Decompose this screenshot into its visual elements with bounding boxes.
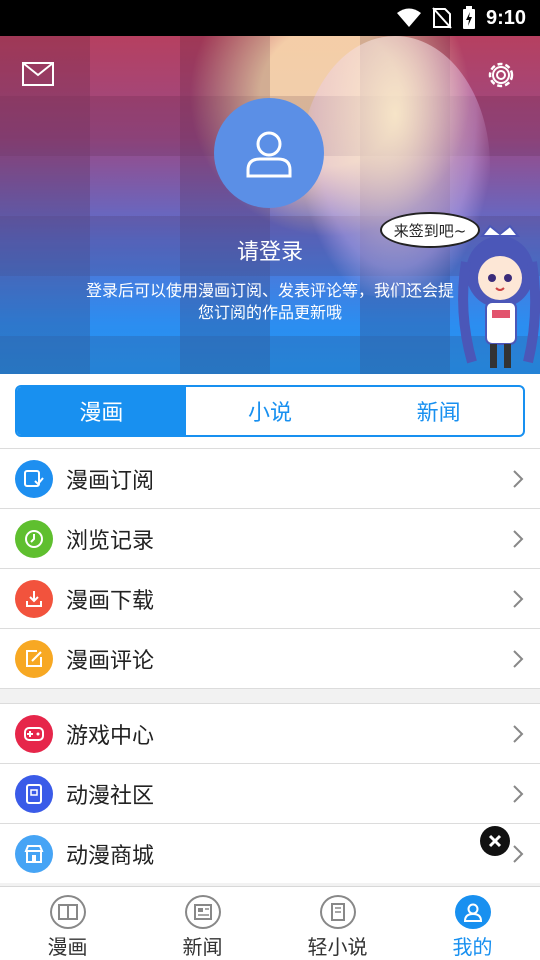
user-icon	[246, 131, 292, 178]
tab-mine[interactable]: 我的	[405, 887, 540, 960]
menu-item-game-center[interactable]: 游戏中心	[0, 703, 540, 763]
segment-novel[interactable]: 小说	[186, 387, 355, 435]
subscribe-icon	[15, 459, 53, 498]
tab-label: 我的	[452, 935, 493, 959]
tab-comic[interactable]: 漫画	[0, 887, 135, 960]
chevron-right-icon	[513, 469, 524, 488]
news-icon	[184, 895, 221, 929]
menu-item-comic-subscribe[interactable]: 漫画订阅	[0, 448, 540, 508]
chevron-right-icon	[513, 784, 524, 803]
chevron-right-icon	[513, 724, 524, 743]
menu-item-comments[interactable]: 漫画评论	[0, 628, 540, 688]
chevron-right-icon	[513, 529, 524, 548]
avatar[interactable]	[214, 98, 324, 208]
mail-icon[interactable]	[22, 62, 54, 86]
menu-label: 浏览记录	[66, 528, 155, 554]
gear-icon[interactable]	[484, 58, 518, 92]
mascot-character[interactable]	[452, 222, 540, 372]
segment-comic[interactable]: 漫画	[17, 387, 186, 435]
menu-item-community[interactable]: 动漫社区	[0, 763, 540, 823]
no-sim-icon	[432, 7, 452, 29]
menu-item-shop[interactable]: 动漫商城	[0, 823, 540, 883]
download-icon	[15, 579, 53, 618]
book-icon	[49, 895, 86, 929]
status-time: 9:10	[485, 6, 526, 29]
tab-label: 轻小说	[307, 935, 368, 959]
community-icon	[15, 774, 53, 813]
novel-icon	[319, 895, 356, 929]
menu-label: 漫画下载	[66, 588, 155, 614]
chevron-right-icon	[513, 589, 524, 608]
clock-icon	[15, 519, 53, 558]
menu-label: 漫画评论	[66, 648, 155, 674]
menu-item-history[interactable]: 浏览记录	[0, 508, 540, 568]
tab-label: 漫画	[47, 935, 88, 959]
category-switcher: 漫画 小说 新闻	[0, 374, 540, 448]
chevron-right-icon	[513, 844, 524, 863]
menu-label: 漫画订阅	[66, 468, 155, 494]
menu-item-download[interactable]: 漫画下载	[0, 568, 540, 628]
shop-icon	[15, 834, 53, 873]
segmented-control: 漫画 小说 新闻	[15, 385, 525, 437]
tab-news[interactable]: 新闻	[135, 887, 270, 960]
menu-label: 游戏中心	[66, 723, 155, 749]
signin-bubble[interactable]: 来签到吧~	[380, 212, 480, 248]
tab-label: 新闻	[182, 935, 223, 959]
profile-header: 请登录 登录后可以使用漫画订阅、发表评论等，我们还会提 您订阅的作品更新哦 来签…	[0, 36, 540, 374]
status-bar: 9:10	[0, 0, 540, 36]
tab-light-novel[interactable]: 轻小说	[270, 887, 405, 960]
close-icon[interactable]	[480, 826, 510, 856]
battery-charging-icon	[462, 6, 475, 29]
menu-label: 动漫商城	[66, 843, 155, 869]
wifi-icon	[396, 8, 421, 27]
edit-icon	[15, 639, 53, 678]
comic-menu-list: 漫画订阅 浏览记录 漫画下载 漫画评论	[0, 448, 540, 689]
extras-menu-list: 游戏中心 动漫社区 动漫商城	[0, 703, 540, 883]
bottom-tab-bar: 漫画 新闻 轻小说 我的	[0, 886, 540, 960]
gamepad-icon	[15, 714, 53, 753]
chevron-right-icon	[513, 649, 524, 668]
profile-icon	[454, 895, 491, 929]
segment-news[interactable]: 新闻	[354, 387, 523, 435]
menu-label: 动漫社区	[66, 783, 155, 809]
